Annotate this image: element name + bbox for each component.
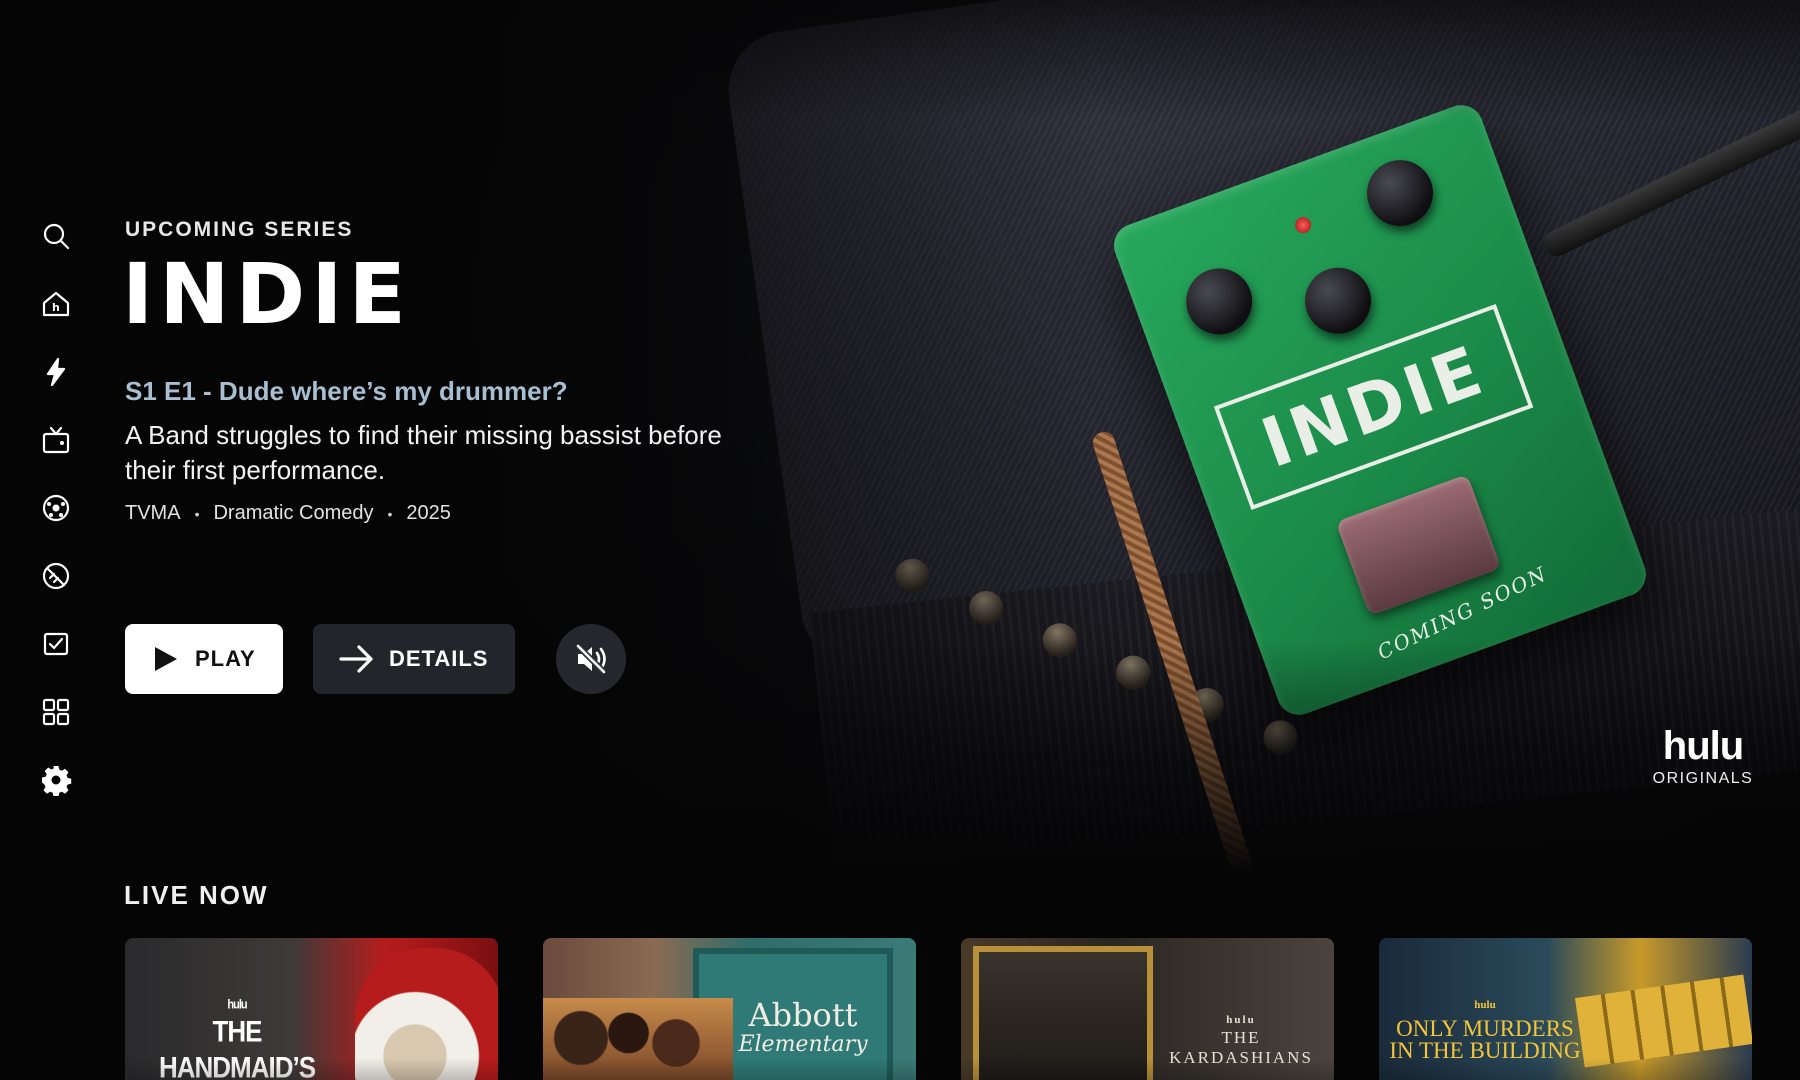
nav-sports[interactable]	[36, 488, 76, 528]
card-title: Abbott Elementary	[713, 999, 893, 1060]
hulu-originals-logo: hulu ORIGINALS	[1648, 726, 1758, 788]
card-title: hulu ONLY MURDERS IN THE BUILDING	[1385, 994, 1585, 1062]
live-card-kardashians[interactable]: hulu THE KARDASHIANS	[961, 938, 1334, 1080]
live-card-abbott-elementary[interactable]: Abbott Elementary	[543, 938, 916, 1080]
meta-separator: •	[387, 505, 393, 522]
episode-synopsis: A Band struggles to find their missing b…	[125, 420, 722, 485]
svg-text:h: h	[52, 301, 60, 314]
meta-separator: •	[194, 505, 200, 522]
pedal-label: INDIE	[1213, 304, 1534, 510]
nav-my-stuff[interactable]	[36, 624, 76, 664]
episode-title: S1 E1 - Dude where’s my drummer?	[125, 376, 568, 406]
mute-toggle-button[interactable]	[556, 624, 626, 694]
hulu-mini-logo: hulu	[227, 997, 247, 1012]
hero-eyebrow: UPCOMING SERIES	[125, 218, 354, 241]
nav-hubs[interactable]	[36, 692, 76, 732]
details-button[interactable]: DETAILS	[313, 624, 515, 694]
lightning-icon	[46, 357, 66, 387]
card-subtitle-text: Elementary	[738, 1032, 868, 1057]
nav-home[interactable]: h	[36, 284, 76, 324]
muted-speaker-icon	[575, 643, 607, 675]
nav-search[interactable]	[36, 216, 76, 256]
home-icon: h	[42, 291, 70, 317]
football-icon	[42, 562, 70, 590]
hulu-logo-text: hulu	[1662, 724, 1744, 768]
tv-icon	[42, 426, 70, 454]
nav-live-tv[interactable]	[36, 420, 76, 460]
hulu-mini-logo: hulu	[1226, 1014, 1256, 1026]
play-button-label: PLAY	[195, 646, 256, 671]
grid-icon	[42, 698, 70, 726]
nav-sports-alt[interactable]	[36, 556, 76, 596]
live-now-heading: LIVE NOW	[124, 880, 269, 910]
arrow-right-icon	[339, 645, 373, 673]
hulu-mini-logo: hulu	[1474, 999, 1496, 1011]
nav-new[interactable]	[36, 352, 76, 392]
card-artwork	[1574, 974, 1752, 1068]
soccer-ball-icon	[42, 494, 70, 522]
hero-title: INDIE	[122, 245, 412, 343]
show-metadata: TVMA • Dramatic Comedy • 2025	[125, 502, 451, 525]
details-button-label: DETAILS	[389, 646, 489, 671]
nav-settings[interactable]	[36, 760, 76, 800]
gear-icon	[42, 766, 72, 796]
play-icon	[155, 647, 177, 671]
genre-label: Dramatic Comedy	[213, 502, 374, 524]
live-card-handmaids-tale[interactable]: hulu THE HANDMAID’S TALE	[125, 938, 498, 1080]
search-icon	[43, 223, 70, 250]
rating-label: TVMA	[125, 502, 181, 524]
card-title-text: ONLY MURDERS IN THE BUILDING	[1389, 1016, 1581, 1063]
checkbox-icon	[43, 632, 69, 656]
live-card-only-murders[interactable]: hulu ONLY MURDERS IN THE BUILDING	[1379, 938, 1752, 1080]
year-label: 2025	[406, 502, 451, 524]
card-title-text: Abbott	[748, 996, 858, 1034]
play-button[interactable]: PLAY	[125, 624, 283, 694]
originals-text: ORIGINALS	[1652, 770, 1754, 787]
